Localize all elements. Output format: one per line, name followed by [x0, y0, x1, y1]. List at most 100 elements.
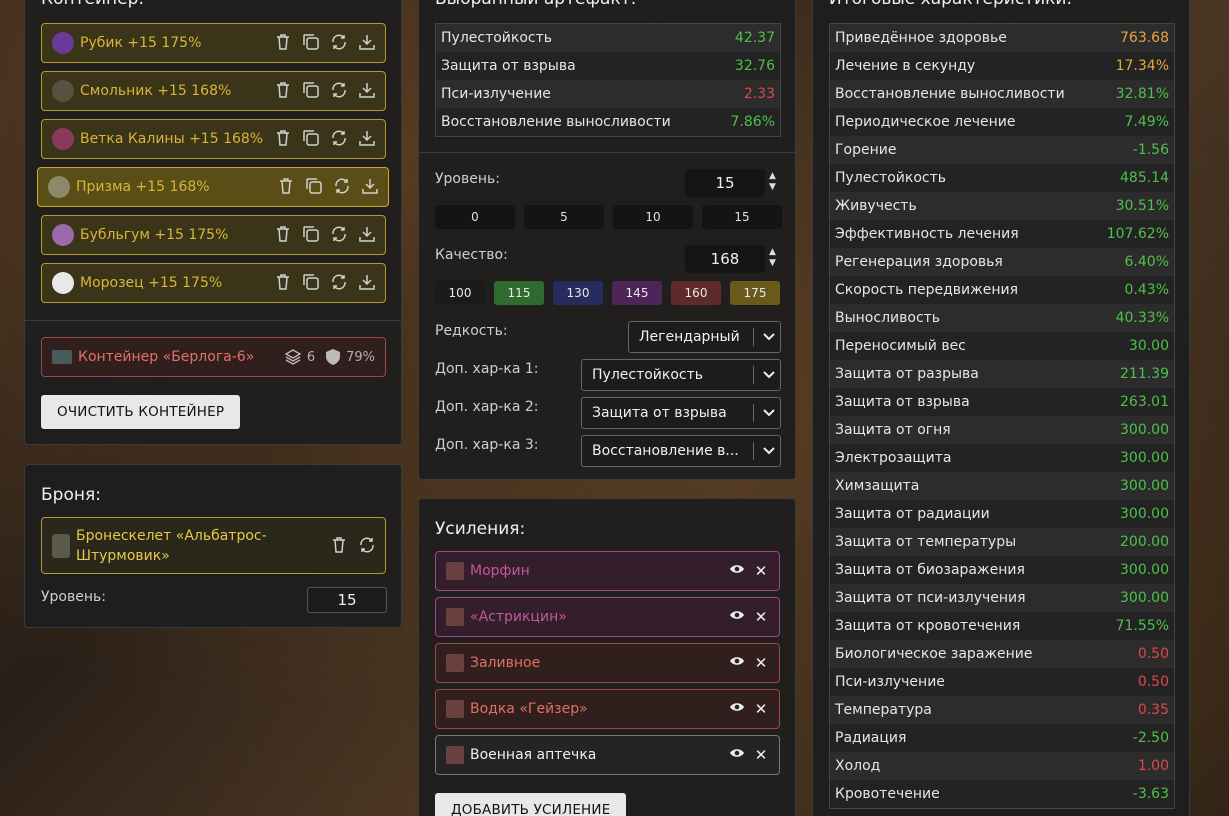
level-preset-button[interactable]: 10 [613, 205, 693, 229]
quality-preset-button[interactable]: 100 [435, 281, 485, 305]
boost-item[interactable]: «Астрикцин» ✕ [435, 597, 780, 637]
total-stat-row: Радиация -2.50 [830, 724, 1174, 752]
total-stat-value: 211.39 [1120, 366, 1169, 382]
trash-icon[interactable] [273, 225, 293, 245]
quality-preset-button[interactable]: 160 [671, 281, 721, 305]
swap-icon[interactable] [329, 81, 349, 101]
artifact-level-label: Уровень: [435, 171, 500, 187]
swap-icon[interactable] [329, 33, 349, 53]
swap-icon[interactable] [357, 536, 377, 556]
level-spinner[interactable]: ▲ ▼ [769, 171, 776, 193]
extra3-select[interactable]: Восстановление в... [581, 435, 781, 467]
copy-icon[interactable] [301, 273, 321, 293]
trash-icon[interactable] [276, 177, 296, 197]
extra1-select[interactable]: Пулестойкость [581, 359, 781, 391]
total-stat-value: 0.50 [1137, 674, 1169, 690]
quality-spinner[interactable]: ▲ ▼ [769, 247, 776, 269]
container-artifact-item[interactable]: Рубик +15 175% [41, 23, 386, 63]
trash-icon[interactable] [273, 81, 293, 101]
stat-value: 2.33 [743, 86, 775, 102]
add-boost-button[interactable]: ДОБАВИТЬ УСИЛЕНИЕ [435, 793, 627, 816]
quality-preset-button[interactable]: 130 [553, 281, 603, 305]
download-icon[interactable] [357, 129, 377, 149]
quality-preset-button[interactable]: 145 [612, 281, 662, 305]
trash-icon[interactable] [273, 273, 293, 293]
swap-icon[interactable] [329, 225, 349, 245]
total-stat-value: -1.56 [1132, 142, 1169, 158]
eye-icon[interactable] [727, 701, 747, 717]
total-stat-value: 30.51% [1115, 198, 1169, 214]
total-stat-row: Пси-излучение 0.50 [830, 668, 1174, 696]
boost-item[interactable]: Заливное ✕ [435, 643, 780, 683]
chevron-down-icon [758, 368, 780, 382]
total-stat-name: Выносливость [835, 310, 941, 326]
eye-icon[interactable] [727, 563, 747, 579]
extra2-select[interactable]: Защита от взрыва [581, 397, 781, 429]
total-stat-row: Горение -1.56 [830, 136, 1174, 164]
artifact-item-label: Морозец +15 175% [80, 275, 223, 291]
armor-level-input[interactable]: 15 [307, 587, 387, 613]
clear-container-button[interactable]: ОЧИСТИТЬ КОНТЕЙНЕР [41, 395, 241, 429]
close-icon[interactable]: ✕ [751, 700, 771, 718]
download-icon[interactable] [357, 33, 377, 53]
quality-preset-button[interactable]: 175 [730, 281, 780, 305]
swap-icon[interactable] [332, 177, 352, 197]
container-artifact-item[interactable]: Призма +15 168% [37, 167, 389, 207]
download-icon[interactable] [357, 81, 377, 101]
copy-icon[interactable] [301, 129, 321, 149]
quality-preset-button[interactable]: 115 [494, 281, 544, 305]
download-icon[interactable] [360, 177, 380, 197]
download-icon[interactable] [357, 225, 377, 245]
totals-table: Приведённое здоровье 763.68 Лечение в секу… [829, 23, 1175, 809]
artifact-level-input[interactable]: 15 [685, 169, 765, 197]
total-stat-value: 300.00 [1120, 562, 1169, 578]
copy-icon[interactable] [301, 225, 321, 245]
level-preset-button[interactable]: 0 [435, 205, 515, 229]
close-icon[interactable]: ✕ [751, 608, 771, 626]
container-selector[interactable]: Контейнер «Берлога-6» 6 79% [41, 337, 386, 377]
eye-icon[interactable] [727, 609, 747, 625]
stat-value: 42.37 [734, 30, 775, 46]
total-stat-name: Регенерация здоровья [835, 254, 1003, 270]
layers-icon [284, 349, 302, 365]
copy-icon[interactable] [304, 177, 324, 197]
boost-item[interactable]: Водка «Гейзер» ✕ [435, 689, 780, 729]
trash-icon[interactable] [329, 536, 349, 556]
artifact-item-label: Ветка Калины +15 168% [80, 131, 264, 147]
armor-item[interactable]: Бронескелет «Альбатрос- Штурмовик» [41, 517, 386, 574]
download-icon[interactable] [357, 273, 377, 293]
trash-icon[interactable] [273, 129, 293, 149]
shield-icon [326, 349, 341, 365]
trash-icon[interactable] [273, 33, 293, 53]
level-preset-button[interactable]: 5 [524, 205, 604, 229]
copy-icon[interactable] [301, 81, 321, 101]
smolnik-artifact-icon [52, 80, 74, 102]
artifact-quality-input[interactable]: 168 [685, 245, 765, 273]
armor-name: Бронескелет «Альбатрос- Штурмовик» [76, 526, 329, 566]
copy-icon[interactable] [301, 33, 321, 53]
eye-icon[interactable] [727, 655, 747, 671]
total-stat-row: Защита от взрыва 263.01 [830, 388, 1174, 416]
container-artifact-item[interactable]: Смольник +15 168% [41, 71, 386, 111]
chevron-down-icon [758, 406, 780, 420]
total-stat-name: Защита от кровотечения [835, 618, 1021, 634]
eye-icon[interactable] [727, 747, 747, 763]
boost-item[interactable]: Военная аптечка ✕ [435, 735, 780, 775]
total-stat-name: Защита от биозаражения [835, 562, 1025, 578]
close-icon[interactable]: ✕ [751, 746, 771, 764]
total-stat-row: Защита от пси-излучения 300.00 [830, 584, 1174, 612]
swap-icon[interactable] [329, 273, 349, 293]
boost-item[interactable]: Морфин ✕ [435, 551, 780, 591]
level-preset-button[interactable]: 15 [702, 205, 782, 229]
container-artifact-item[interactable]: Морозец +15 175% [41, 263, 386, 303]
rarity-select[interactable]: Легендарный [628, 321, 781, 353]
close-icon[interactable]: ✕ [751, 562, 771, 580]
total-stat-value: 300.00 [1120, 590, 1169, 606]
container-artifact-item[interactable]: Ветка Калины +15 168% [41, 119, 386, 159]
close-icon[interactable]: ✕ [751, 654, 771, 672]
container-artifact-item[interactable]: Бубльгум +15 175% [41, 215, 386, 255]
extra3-label: Доп. хар-ка 3: [435, 437, 539, 453]
artifact-stats-table: Пулестойкость 42.37 Защита от взрыва 32.76 П… [435, 23, 781, 137]
swap-icon[interactable] [329, 129, 349, 149]
divider [419, 152, 795, 153]
